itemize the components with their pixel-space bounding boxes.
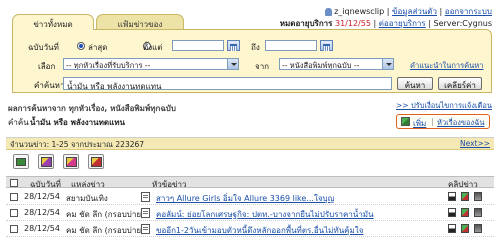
clip-pdf-icon[interactable] [474, 224, 482, 233]
table-row[interactable]: 28/12/54 คม ชัด ลึก (กรอบบ่าย) ขออีก1-2ว… [6, 221, 494, 237]
extend-link[interactable]: ต่ออายุบริการ [379, 19, 426, 28]
to-label: ถึง [251, 43, 260, 52]
latest-radio[interactable] [77, 41, 85, 50]
user-icon [325, 7, 333, 16]
document-icon [141, 192, 150, 202]
profile-link[interactable]: ข้อมูลส่วนตัว [392, 7, 437, 16]
logout-link[interactable]: ออกจากระบบ [445, 7, 492, 16]
clip-pdf-icon[interactable] [474, 208, 482, 217]
add-topic-link[interactable]: เพิ่ม [413, 117, 426, 130]
clip-image-icon[interactable] [461, 208, 469, 217]
row-source: คม ชัด ลึก (กรอบบ่าย) [66, 210, 145, 219]
email-glyph [91, 157, 102, 167]
row-source: สยามบันเทิง [66, 194, 108, 203]
keyword-summary: น้ำมัน หรือ พลังงานทดแทน [30, 118, 125, 127]
clip-image-icon[interactable] [461, 224, 469, 233]
server-label: Server:Cygnus [433, 19, 493, 28]
row-title-link[interactable]: คอลัมน์: ย่อยโลกเศรษฐกิจ: ปตท.-บางจากยืน… [156, 208, 374, 221]
tab-my-folder[interactable]: แฟ้มข่าวของฉัน(0/50) [96, 14, 184, 42]
next-page-link[interactable]: Next>> [460, 139, 490, 148]
clip-text-icon[interactable] [448, 224, 456, 233]
row-title-link[interactable]: สาวๆ Allure Girls อิ่มใจ Allure 3369 lik… [156, 192, 334, 205]
start-date-input[interactable] [172, 40, 224, 51]
row-title-link[interactable]: ขออีก1-2วันเข้ามอบตัวหนี้ดึงหลักออกพื้นท… [156, 224, 363, 237]
print-glyph [41, 157, 52, 167]
start-calendar-icon[interactable] [227, 40, 240, 51]
source-select[interactable]: -- หนังสือพิมพ์ทุกฉบับ -- [279, 58, 394, 70]
row-checkbox[interactable] [10, 225, 18, 233]
expire-label: หมดอายุบริการ [279, 19, 333, 28]
document-icon [141, 224, 150, 234]
section-select-value: -- ทุกหัวเรื่องที่รับบริการ -- [66, 61, 151, 70]
table-row[interactable]: 28/12/54 สยามบันเทิง สาวๆ Allure Girls อ… [6, 189, 494, 205]
tab-all-news[interactable]: ข่าวทั้งหมด [12, 14, 94, 30]
user-name: z_iqnewsclip [334, 7, 385, 16]
row-date: 28/12/54 [24, 192, 60, 201]
row-checkbox[interactable] [10, 193, 18, 201]
keyword-prefix: คำค้น [8, 118, 29, 127]
row-date: 28/12/54 [24, 224, 60, 233]
save-folder-glyph [16, 158, 26, 166]
end-date-input[interactable] [265, 40, 317, 51]
search-button[interactable]: ค้นหา [397, 77, 433, 90]
export-icon[interactable] [63, 154, 79, 169]
search-help-link[interactable]: คำแนะนำในการค้นหา [410, 60, 483, 72]
clip-image-icon[interactable] [461, 192, 469, 201]
source-label: จาก [255, 62, 270, 71]
from-date-label: ตั้งแต่ [143, 43, 163, 52]
email-icon[interactable] [88, 154, 104, 169]
alert-settings-link[interactable]: >> ปรับเงื่อนไขการแจ้งเตือน [396, 100, 492, 112]
chevron-down-icon [382, 59, 393, 69]
latest-label: ล่าสุด [88, 43, 108, 52]
result-count: จำนวนข่าว: 1-25 จากประมาณ 223267 [10, 140, 145, 149]
expire-date: 31/12/55 [335, 19, 371, 28]
date-label: ฉบับวันที่ [28, 43, 59, 52]
my-topic-link[interactable]: หัวเรื่องของฉัน [437, 117, 484, 129]
select-all-checkbox[interactable] [10, 179, 18, 187]
save-folder-icon[interactable] [13, 154, 29, 169]
separator: | [431, 117, 434, 126]
add-topic-icon[interactable] [401, 117, 410, 126]
row-checkbox[interactable] [10, 209, 18, 217]
clear-button[interactable]: เคลียร์ค่า [438, 77, 482, 90]
keyword-input[interactable]: น้ำมัน หรือ พลังงานทดแทน [63, 77, 392, 90]
document-icon [141, 208, 150, 218]
section-label: เลือก [38, 62, 56, 71]
table-row[interactable]: 28/12/54 คม ชัด ลึก (กรอบบ่าย) คอลัมน์: … [6, 205, 494, 221]
source-select-value: -- หนังสือพิมพ์ทุกฉบับ -- [282, 61, 360, 70]
keyword-label: คำค้นหา [34, 81, 65, 90]
clip-text-icon[interactable] [448, 192, 456, 201]
result-scope: ผลการค้นหาจาก ทุกหัวเรื่อง, หนังสือพิมพ์… [8, 104, 176, 113]
row-source: คม ชัด ลึก (กรอบบ่าย) [66, 226, 145, 235]
end-calendar-icon[interactable] [320, 40, 333, 51]
clip-text-icon[interactable] [448, 208, 456, 217]
chevron-down-icon [227, 59, 238, 69]
row-date: 28/12/54 [24, 208, 60, 217]
section-select[interactable]: -- ทุกหัวเรื่องที่รับบริการ -- [63, 58, 239, 70]
clip-pdf-icon[interactable] [474, 192, 482, 201]
export-glyph [66, 157, 77, 167]
print-icon[interactable] [38, 154, 54, 169]
